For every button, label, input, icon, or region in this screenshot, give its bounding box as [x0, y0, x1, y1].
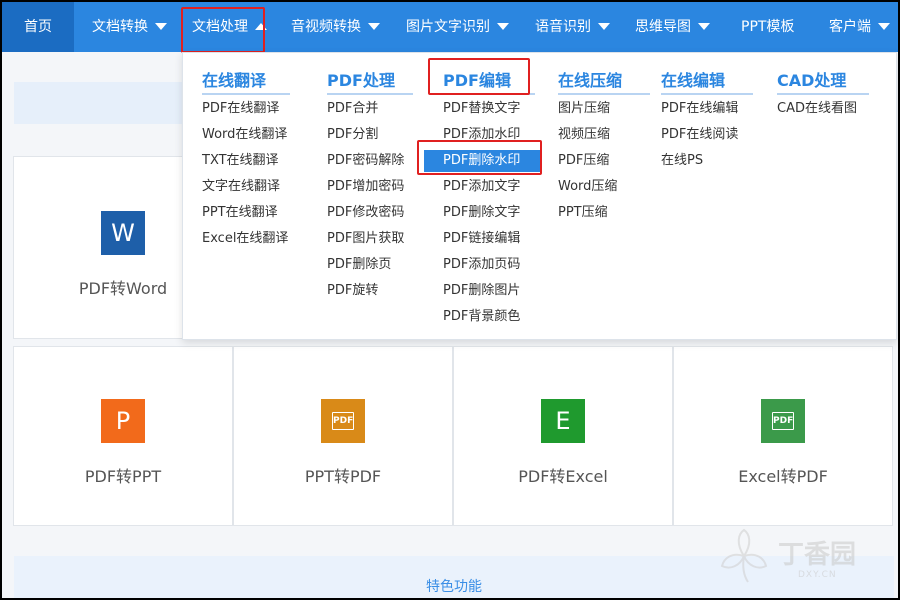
word-icon: W: [101, 211, 145, 255]
menu-item-image-compress[interactable]: 图片压缩: [558, 98, 610, 120]
nav-mindmap[interactable]: 思维导图: [635, 2, 710, 52]
column-title-underline: [777, 93, 869, 95]
menu-item-pdf-add-page-numbers[interactable]: PDF添加页码: [443, 254, 520, 276]
nav-av-convert[interactable]: 音视频转换: [291, 2, 380, 52]
menu-item-word-translate[interactable]: Word在线翻译: [202, 124, 287, 146]
nav-client-label: 客户端: [829, 19, 871, 35]
menu-item-pdf-merge[interactable]: PDF合并: [327, 98, 378, 120]
menu-item-pdf-delete-images[interactable]: PDF删除图片: [443, 280, 520, 302]
nav-speech[interactable]: 语音识别: [535, 2, 610, 52]
chevron-down-icon: [368, 22, 380, 30]
menu-item-pdf-background-color[interactable]: PDF背景颜色: [443, 306, 520, 328]
top-banner-strip: [14, 82, 184, 124]
nav-client[interactable]: 客户端: [829, 2, 890, 52]
pdf-doc-icon-label: PDF: [332, 412, 354, 430]
column-title-pdf-process: PDF处理: [327, 71, 395, 90]
nav-doc-convert-label: 文档转换: [92, 19, 148, 35]
column-title-cad: CAD处理: [777, 71, 847, 90]
menu-item-pdf-rotate[interactable]: PDF旋转: [327, 280, 378, 302]
browser-viewport: 首页 文档转换 文档处理 音视频转换 图片文字识别 语音识别 思维导图 PPT模…: [2, 2, 898, 598]
menu-item-excel-translate[interactable]: Excel在线翻译: [202, 228, 288, 250]
card-label: PDF转Excel: [518, 467, 608, 486]
excel-icon: E: [541, 399, 585, 443]
watermark-brand: 丁香园: [778, 540, 857, 570]
nav-home-label: 首页: [24, 19, 52, 35]
menu-item-ppt-compress[interactable]: PPT压缩: [558, 202, 608, 224]
top-nav-bar: 首页 文档转换 文档处理 音视频转换 图片文字识别 语音识别 思维导图 PPT模…: [2, 2, 898, 52]
chevron-down-icon: [497, 22, 509, 30]
nav-home[interactable]: 首页: [2, 2, 74, 52]
site-watermark: 丁香园 DXY.CN: [714, 526, 884, 586]
nav-ppt-template[interactable]: PPT模板: [741, 2, 794, 52]
menu-item-pdf-extract-images[interactable]: PDF图片获取: [327, 228, 404, 250]
menu-item-word-compress[interactable]: Word压缩: [558, 176, 617, 198]
flower-logo-icon: [720, 528, 768, 583]
doc-process-dropdown-menu: 在线翻译 PDF在线翻译 Word在线翻译 TXT在线翻译 文字在线翻译 PPT…: [182, 52, 897, 340]
pdf-doc-icon: PDF: [761, 399, 805, 443]
card-label: Excel转PDF: [738, 467, 828, 486]
column-title-underline: [202, 93, 290, 95]
nav-speech-label: 语音识别: [535, 19, 591, 35]
highlight-box-remove-watermark: [417, 140, 542, 175]
highlight-box-pdf-edit: [428, 58, 530, 95]
menu-item-pdf-replace-text[interactable]: PDF替换文字: [443, 98, 520, 120]
column-title-underline: [661, 93, 753, 95]
menu-item-pdf-delete-text[interactable]: PDF删除文字: [443, 202, 520, 224]
column-title-underline: [558, 93, 650, 95]
menu-item-pdf-online-read[interactable]: PDF在线阅读: [661, 124, 738, 146]
column-title-translate: 在线翻译: [202, 71, 267, 90]
menu-item-pdf-online-edit[interactable]: PDF在线编辑: [661, 98, 738, 120]
chevron-down-icon: [878, 22, 890, 30]
nav-ocr[interactable]: 图片文字识别: [406, 2, 509, 52]
watermark-domain: DXY.CN: [798, 570, 837, 580]
column-title-compress: 在线压缩: [558, 71, 623, 90]
menu-item-txt-translate[interactable]: TXT在线翻译: [202, 150, 279, 172]
nav-mindmap-label: 思维导图: [635, 19, 691, 35]
nav-av-convert-label: 音视频转换: [291, 19, 361, 35]
menu-item-pdf-unlock[interactable]: PDF密码解除: [327, 150, 404, 172]
menu-item-pdf-compress[interactable]: PDF压缩: [558, 150, 609, 172]
column-title-online-edit: 在线编辑: [661, 71, 726, 90]
chevron-down-icon: [598, 22, 610, 30]
menu-item-pdf-add-text[interactable]: PDF添加文字: [443, 176, 520, 198]
tool-card-pdf-to-excel[interactable]: E PDF转Excel: [453, 346, 673, 526]
highlight-box-nav: [181, 7, 265, 53]
menu-item-pdf-edit-links[interactable]: PDF链接编辑: [443, 228, 520, 250]
tool-card-excel-to-pdf[interactable]: PDF Excel转PDF: [673, 346, 893, 526]
card-label: PPT转PDF: [304, 467, 382, 486]
menu-item-pdf-delete-page[interactable]: PDF删除页: [327, 254, 391, 276]
tool-card-ppt-to-pdf[interactable]: PDF PPT转PDF: [233, 346, 453, 526]
column-title-underline: [327, 93, 413, 95]
menu-item-text-translate[interactable]: 文字在线翻译: [202, 176, 280, 198]
card-label: PDF转PPT: [84, 467, 162, 486]
nav-ppt-template-label: PPT模板: [741, 19, 795, 35]
menu-item-pdf-change-password[interactable]: PDF修改密码: [327, 202, 404, 224]
nav-ocr-label: 图片文字识别: [406, 19, 490, 35]
chevron-down-icon: [155, 22, 167, 30]
chevron-down-icon: [698, 22, 710, 30]
menu-item-ppt-translate[interactable]: PPT在线翻译: [202, 202, 278, 224]
pdf-doc-icon-label: PDF: [772, 412, 794, 430]
menu-item-pdf-add-password[interactable]: PDF增加密码: [327, 176, 404, 198]
menu-item-pdf-translate[interactable]: PDF在线翻译: [202, 98, 279, 120]
menu-item-pdf-split[interactable]: PDF分割: [327, 124, 378, 146]
menu-item-video-compress[interactable]: 视频压缩: [558, 124, 610, 146]
menu-item-online-ps[interactable]: 在线PS: [661, 150, 703, 172]
nav-doc-convert[interactable]: 文档转换: [92, 2, 167, 52]
pdf-doc-icon: PDF: [321, 399, 365, 443]
tool-card-pdf-to-ppt[interactable]: P PDF转PPT: [13, 346, 233, 526]
menu-item-cad-viewer[interactable]: CAD在线看图: [777, 98, 857, 120]
ppt-icon: P: [101, 399, 145, 443]
